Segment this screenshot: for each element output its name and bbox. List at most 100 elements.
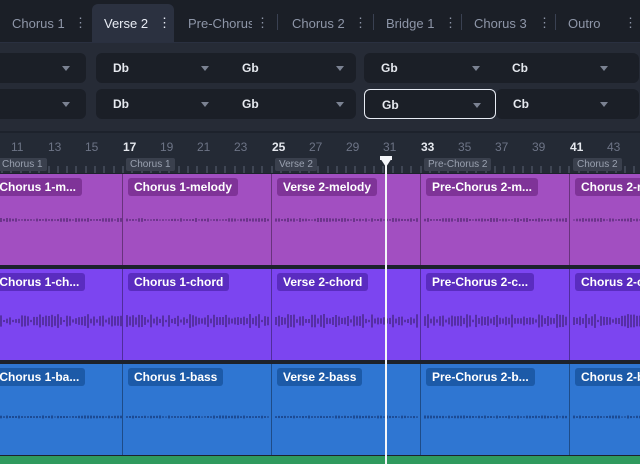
clip[interactable]: Chorus 1-bass xyxy=(123,364,272,455)
section-marker: Chorus 2 xyxy=(573,158,622,171)
clip-label: Pre-Chorus 1-m... xyxy=(0,178,83,196)
clip[interactable]: Chorus 2-c... xyxy=(570,269,640,360)
tab-pre-chorus-2[interactable]: Pre-Chorus 2 ⋮ xyxy=(176,4,272,42)
bar-number: 33 xyxy=(421,140,435,154)
bar-number: 29 xyxy=(346,140,360,154)
section-marker: Verse 2 xyxy=(275,158,317,171)
chevron-down-icon xyxy=(600,66,608,71)
tab-outro[interactable]: Outro ⋮ xyxy=(556,4,640,42)
chevron-down-icon xyxy=(62,66,70,71)
clip[interactable]: Pre-Chorus 1-ch... xyxy=(0,269,123,360)
chord-label: Gb xyxy=(381,61,398,75)
section-tabs: Chorus 1 ⋮ Verse 2 ⋮ Pre-Chorus 2 ⋮ Chor… xyxy=(0,0,640,43)
more-options-icon[interactable]: ⋮ xyxy=(624,16,637,30)
more-options-icon[interactable]: ⋮ xyxy=(538,16,551,30)
clip-label: Pre-Chorus 1-ba... xyxy=(0,368,86,386)
chord-selector[interactable]: Gb Cb xyxy=(364,53,639,83)
chord-label: Cb xyxy=(513,97,529,111)
tab-chorus-3[interactable]: Chorus 3 ⋮ xyxy=(462,4,554,42)
chord-lanes: Db Gb Gb Cb Db Gb Gb Cb xyxy=(0,43,640,131)
clip-label: Pre-Chorus 2-c... xyxy=(426,273,535,291)
more-options-icon[interactable]: ⋮ xyxy=(158,16,171,30)
chord-selector[interactable]: Db Gb xyxy=(96,89,356,119)
clip[interactable]: Pre-Chorus 2-c... xyxy=(421,269,570,360)
chord-selector[interactable] xyxy=(0,89,86,119)
clip-label: Pre-Chorus 1-ch... xyxy=(0,273,86,291)
clip[interactable]: Verse 2-melody xyxy=(272,174,421,265)
chevron-down-icon xyxy=(336,102,344,107)
clip[interactable]: Pre-Chorus 2-b... xyxy=(421,364,570,455)
clip-label: Pre-Chorus 2-b... xyxy=(426,368,535,386)
clip[interactable]: Pre-Chorus 1-m... xyxy=(0,174,123,265)
bar-number: 25 xyxy=(272,140,286,154)
chord-selector[interactable]: Db Gb xyxy=(96,53,356,83)
bar-number: 41 xyxy=(570,140,584,154)
chord-selector-selected[interactable]: Gb xyxy=(364,89,496,119)
tab-divider xyxy=(277,14,278,30)
bar-number: 17 xyxy=(123,140,137,154)
clip-label: Verse 2-bass xyxy=(277,368,363,386)
timeline-ruler[interactable]: 11 13 15 17 19 21 23 25 27 29 31 33 35 3… xyxy=(0,133,640,173)
clip-label: Chorus 1-bass xyxy=(128,368,224,386)
chord-label: Gb xyxy=(242,61,259,75)
bar-number: 11 xyxy=(11,140,24,154)
bar-number: 19 xyxy=(160,140,174,154)
chord-label: Db xyxy=(113,61,129,75)
clip-label: Chorus 2-c... xyxy=(575,273,640,291)
more-options-icon[interactable]: ⋮ xyxy=(444,16,457,30)
clip[interactable]: Chorus 1-melody xyxy=(123,174,272,265)
more-options-icon[interactable]: ⋮ xyxy=(354,16,367,30)
chevron-down-icon xyxy=(336,66,344,71)
tab-chorus-1[interactable]: Chorus 1 ⋮ xyxy=(0,4,90,42)
bar-number: 15 xyxy=(85,140,99,154)
bar-number: 23 xyxy=(234,140,248,154)
clip-label: Chorus 1-chord xyxy=(128,273,230,291)
ruler-ticks xyxy=(1,166,635,173)
tab-verse-2[interactable]: Verse 2 ⋮ xyxy=(92,4,174,42)
clip-label: Pre-Chorus 2-m... xyxy=(426,178,539,196)
clip[interactable]: Verse 2-chord xyxy=(272,269,421,360)
track-bass: Pre-Chorus 1-ba... Chorus 1-bass Verse 2-b… xyxy=(0,364,640,455)
bar-number: 39 xyxy=(532,140,546,154)
clip[interactable]: Chorus 2-m... xyxy=(570,174,640,265)
bar-number: 27 xyxy=(309,140,323,154)
tab-label: Chorus 1 xyxy=(12,15,65,31)
chevron-down-icon xyxy=(201,66,209,71)
clip-label: Verse 2-melody xyxy=(277,178,378,196)
track-chord: Pre-Chorus 1-ch... Chorus 1-chord Verse 2-… xyxy=(0,269,640,360)
section-marker: Chorus 1 xyxy=(126,158,175,171)
bar-number: 31 xyxy=(383,140,397,154)
chevron-down-icon xyxy=(201,102,209,107)
more-options-icon[interactable]: ⋮ xyxy=(256,16,269,30)
tab-label: Chorus 3 xyxy=(474,15,527,31)
chord-label: Gb xyxy=(382,98,399,112)
tab-label: Bridge 1 xyxy=(386,15,435,31)
chord-label: Gb xyxy=(242,97,259,111)
track-melody: Pre-Chorus 1-m... Chorus 1-melody Verse 2-… xyxy=(0,174,640,265)
chord-selector[interactable]: Cb xyxy=(496,89,639,119)
chevron-down-icon xyxy=(472,66,480,71)
chevron-down-icon xyxy=(473,103,481,108)
bar-number: 13 xyxy=(48,140,62,154)
bar-number: 21 xyxy=(197,140,211,154)
tab-label: Outro xyxy=(568,15,601,31)
next-track-strip xyxy=(0,456,640,464)
tab-label: Chorus 2 xyxy=(292,15,345,31)
more-options-icon[interactable]: ⋮ xyxy=(74,16,87,30)
chord-selector[interactable] xyxy=(0,53,86,83)
clip-label: Verse 2-chord xyxy=(277,273,369,291)
playhead[interactable] xyxy=(385,160,387,464)
clip-label: Chorus 2-m... xyxy=(575,178,640,196)
tab-bridge-1[interactable]: Bridge 1 ⋮ xyxy=(374,4,460,42)
clip[interactable]: Pre-Chorus 2-m... xyxy=(421,174,570,265)
tab-chorus-2[interactable]: Chorus 2 ⋮ xyxy=(280,4,370,42)
chord-label: Cb xyxy=(512,61,528,75)
clip[interactable]: Verse 2-bass xyxy=(272,364,421,455)
section-marker: Chorus 1 xyxy=(0,158,47,171)
section-marker: Pre-Chorus 2 xyxy=(424,158,492,171)
bar-number: 35 xyxy=(458,140,472,154)
clip[interactable]: Chorus 1-chord xyxy=(123,269,272,360)
chord-label: Db xyxy=(113,97,129,111)
clip[interactable]: Chorus 2-b... xyxy=(570,364,640,455)
clip[interactable]: Pre-Chorus 1-ba... xyxy=(0,364,123,455)
